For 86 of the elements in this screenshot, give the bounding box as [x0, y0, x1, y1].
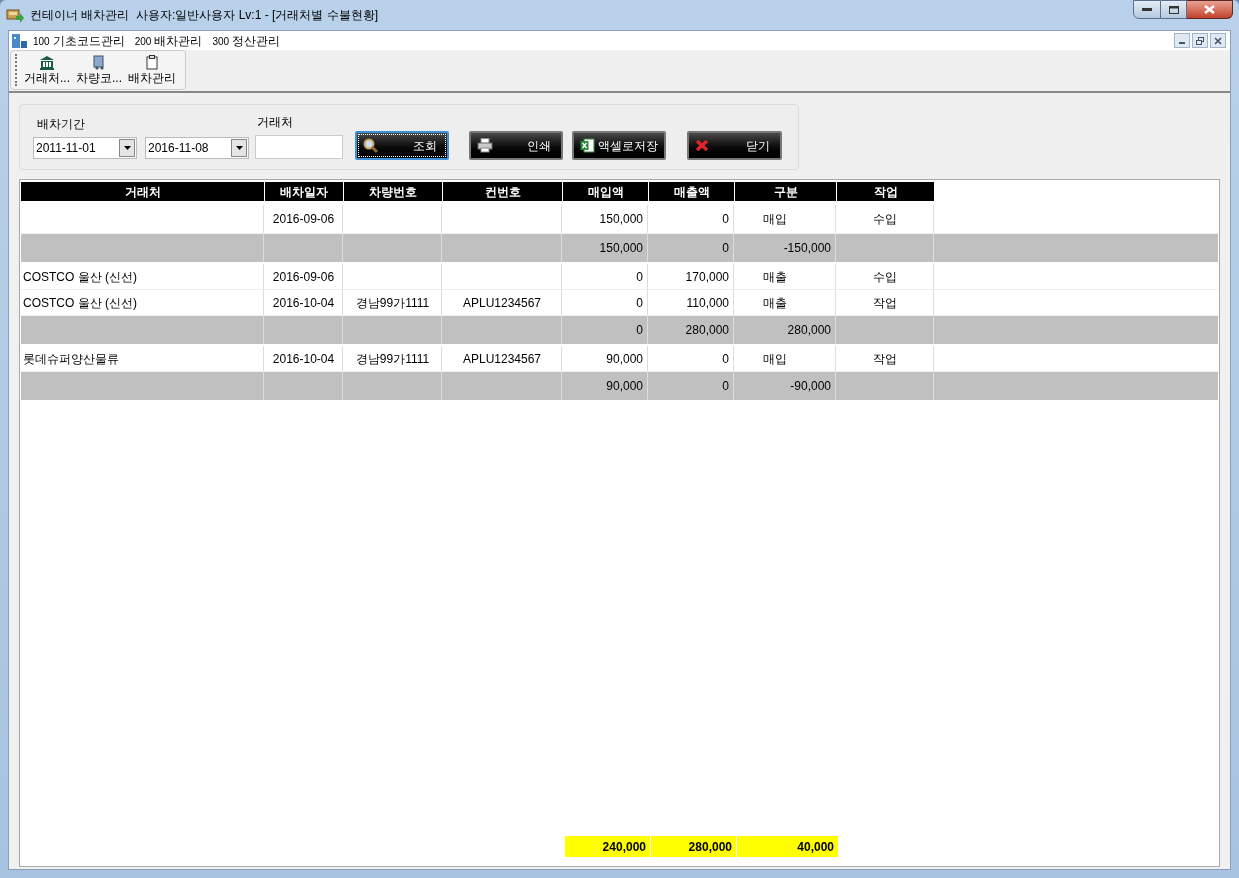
column-header[interactable]: 배차일자 [265, 182, 343, 201]
mdi-minimize-button[interactable] [1174, 33, 1190, 48]
maximize-button[interactable] [1161, 0, 1187, 19]
table-cell: 150,000 [563, 205, 648, 233]
table-cell: 280,000 [735, 316, 836, 344]
table-cell: 2016-10-04 [265, 346, 343, 371]
column-header[interactable]: 컨번호 [443, 182, 562, 201]
table-cell: 2016-10-04 [265, 290, 343, 315]
table-cell: COSTCO 울산 (신선) [21, 290, 264, 315]
close-window-button[interactable]: 닫기 [687, 131, 782, 160]
document-icon [92, 55, 106, 70]
menu-item[interactable]: 200 배차관리 [134, 31, 203, 50]
bank-icon [39, 55, 55, 70]
table-cell: 수입 [837, 264, 934, 289]
date-from-field[interactable]: 2011-11-01 [33, 137, 137, 159]
app-icon [6, 7, 24, 23]
table-cell: 롯데슈퍼양산물류 [21, 346, 264, 371]
window-title: 컨테이너 배차관리 사용자:일반사용자 Lv:1 - [거래처별 수불현황] [30, 7, 379, 24]
table-cell: 매입 [735, 205, 836, 233]
column-header[interactable]: 거래처 [21, 182, 264, 201]
total-cell: 280,000 [651, 836, 736, 857]
printer-icon [477, 138, 493, 153]
close-button[interactable] [1187, 0, 1233, 19]
dropdown-arrow-icon [123, 146, 131, 150]
table-cell: 0 [649, 372, 734, 400]
column-header[interactable]: 매입액 [563, 182, 648, 201]
minimize-icon [1179, 42, 1185, 44]
client-label: 거래처 [256, 114, 294, 131]
date-to-field[interactable]: 2016-11-08 [145, 137, 249, 159]
minimize-button[interactable] [1133, 0, 1161, 19]
column-header[interactable]: 차량번호 [344, 182, 442, 201]
period-label: 배차기간 [36, 116, 86, 133]
table-cell: -150,000 [735, 234, 836, 262]
total-cell: 240,000 [565, 836, 650, 857]
column-header[interactable]: 구분 [735, 182, 836, 201]
export-button[interactable]: 액셀로저장 [572, 131, 666, 160]
toolbar-button[interactable]: 거래처... [21, 51, 73, 89]
table-cell: 작업 [837, 290, 934, 315]
table-cell: 90,000 [563, 372, 648, 400]
table-cell: 경남99가1111 [344, 290, 442, 315]
table-cell: APLU1234567 [443, 346, 562, 371]
table-cell: 매입 [735, 346, 836, 371]
table-cell: 매출 [735, 264, 836, 289]
table-cell: 경남99가1111 [344, 346, 442, 371]
table-cell: 0 [649, 234, 734, 262]
table-cell: 수입 [837, 205, 934, 233]
table-cell: 작업 [837, 346, 934, 371]
table-cell: APLU1234567 [443, 290, 562, 315]
client-field[interactable] [255, 135, 343, 159]
table-cell: 2016-09-06 [265, 205, 343, 233]
menu-item[interactable]: 100 기초코드관리 [33, 31, 125, 50]
mdi-restore-button[interactable] [1192, 33, 1208, 48]
table-cell: 0 [563, 264, 648, 289]
table-cell: 매출 [735, 290, 836, 315]
maximize-icon [1168, 5, 1179, 14]
dropdown-arrow-icon [235, 146, 243, 150]
spreadsheet-icon [580, 138, 595, 153]
print-button[interactable]: 인쇄 [469, 131, 563, 160]
table-cell: 90,000 [563, 346, 648, 371]
table-cell: 0 [649, 205, 734, 233]
table-cell: 110,000 [649, 290, 734, 315]
close-icon [695, 139, 709, 152]
table-cell: 0 [563, 316, 648, 344]
mdi-close-button[interactable] [1210, 33, 1226, 48]
close-icon [1214, 36, 1222, 45]
search-button[interactable]: 조회 [355, 131, 449, 160]
column-header[interactable]: 매출액 [649, 182, 734, 201]
table-cell: 150,000 [563, 234, 648, 262]
table-cell: 170,000 [649, 264, 734, 289]
table-cell: 0 [649, 346, 734, 371]
search-icon [363, 137, 379, 154]
clipboard-icon [146, 55, 159, 70]
minimize-icon [1142, 7, 1152, 12]
restore-icon [1196, 36, 1204, 45]
table-cell: COSTCO 울산 (신선) [21, 264, 264, 289]
table-cell: 280,000 [649, 316, 734, 344]
toolbar-button[interactable]: 차량코... [73, 51, 126, 89]
menu-item[interactable]: 300 정산관리 [212, 31, 281, 50]
table-cell: 0 [563, 290, 648, 315]
table-cell: -90,000 [735, 372, 836, 400]
building-icon [11, 32, 29, 49]
total-cell: 40,000 [737, 836, 838, 857]
column-header[interactable]: 작업 [837, 182, 934, 201]
table-cell: 2016-09-06 [265, 264, 343, 289]
toolbar-button[interactable]: 배차관리 [125, 51, 180, 89]
close-icon [1204, 5, 1215, 14]
